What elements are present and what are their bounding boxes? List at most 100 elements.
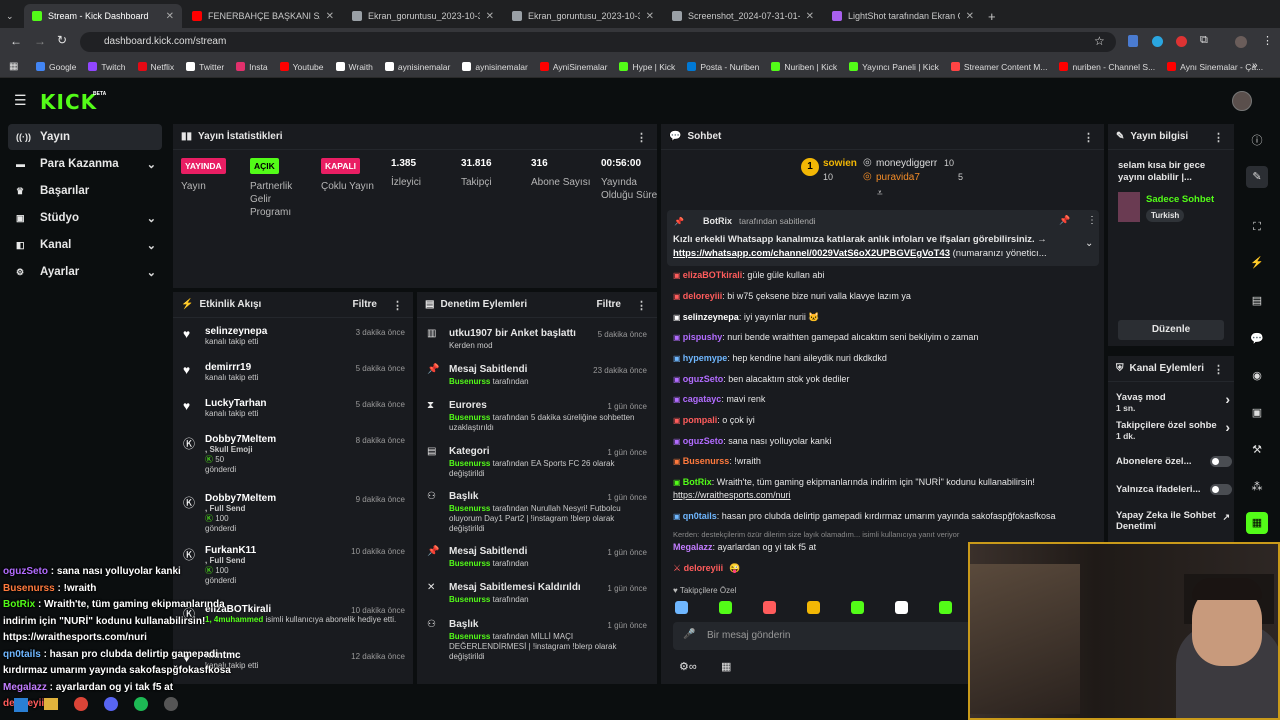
chat-username[interactable]: elizaBOTkirali — [683, 270, 743, 280]
bookmark-item[interactable]: Hype | Kick — [619, 62, 675, 72]
rank-3-name[interactable]: puravida7 — [876, 172, 920, 183]
tab-list-icon[interactable]: ⌄ — [2, 4, 22, 28]
extension-shield-icon[interactable] — [1128, 35, 1138, 47]
last-user[interactable]: deloreyiii — [684, 563, 724, 573]
chat-username[interactable]: qn0tails — [683, 511, 717, 521]
bolt-icon[interactable]: ⚡ — [1246, 252, 1268, 274]
chat-username[interactable]: hypemype — [683, 353, 728, 363]
chevron-down-icon[interactable]: ⌄ — [147, 158, 156, 171]
channel-action-item[interactable]: Abonelere özel... — [1116, 456, 1232, 467]
chevron-down-icon[interactable]: ⌄ — [147, 212, 156, 225]
emote-icon[interactable] — [895, 601, 908, 614]
reply-user[interactable]: Megalazz — [673, 542, 713, 552]
browser-tab[interactable]: Ekran_goruntusu_2023-10-31_ ✕ — [344, 4, 502, 28]
tab-close-icon[interactable]: ✕ — [646, 11, 654, 22]
pinned-link[interactable]: https://whatsapp.com/channel/0029VatS6oX… — [673, 248, 950, 259]
browser-tab[interactable]: Ekran_goruntusu_2023-10-31_ ✕ — [504, 4, 662, 28]
bookmark-item[interactable]: aynisinemalar — [462, 62, 528, 72]
chat-username[interactable]: BotRix — [683, 477, 712, 487]
channel-action-item[interactable]: Takipçilere özel sohbe 1 dk. › — [1116, 420, 1230, 442]
toggle-switch[interactable] — [1210, 484, 1232, 495]
rank-1-name[interactable]: sowien — [823, 158, 857, 169]
tab-close-icon[interactable]: ✕ — [166, 11, 174, 22]
gift-icon[interactable]: ▦ — [721, 660, 731, 673]
moderation-filter-button[interactable]: Filtre — [597, 299, 621, 310]
new-tab-button[interactable]: + — [984, 4, 1004, 28]
category-name[interactable]: Sadece Sohbet — [1146, 194, 1214, 205]
chat-menu-icon[interactable]: ⋮ — [1083, 131, 1094, 144]
moderation-menu-icon[interactable]: ⋮ — [636, 299, 647, 312]
bookmark-star-icon[interactable]: ☆ — [1094, 34, 1105, 48]
bookmark-item[interactable]: Twitch — [88, 62, 126, 72]
apps-icon[interactable]: ⁂ — [1246, 476, 1268, 498]
channel-action-item[interactable]: Yavaş mod 1 sn. › — [1116, 392, 1230, 414]
chevron-down-icon[interactable]: ⌄ — [147, 239, 156, 252]
bookmark-item[interactable]: Aynı Sinemalar - Ça... — [1167, 62, 1263, 72]
chat-username[interactable]: cagatayc — [683, 394, 722, 404]
bookmark-item[interactable]: aynisinemalar — [384, 62, 450, 72]
sidebar-item[interactable]: ▬ Para Kazanma ⌄ — [8, 151, 162, 177]
browser-tab[interactable]: Screenshot_2024-07-31-01-34 ✕ — [664, 4, 822, 28]
rank-2-name[interactable]: moneydiggerr — [876, 158, 937, 169]
bookmark-item[interactable]: Nuriben | Kick — [771, 62, 837, 72]
bookmark-item[interactable]: AyniSinemalar — [539, 62, 607, 72]
obs-icon[interactable] — [164, 697, 178, 711]
sidebar-item[interactable]: ((·)) Yayın — [8, 124, 162, 150]
moderator-user[interactable]: Busenurss — [449, 459, 490, 468]
tab-close-icon[interactable]: ✕ — [806, 11, 814, 22]
chat-username[interactable]: deloreyiii — [683, 291, 723, 301]
list-icon[interactable]: ▤ — [1246, 290, 1268, 312]
edit-icon[interactable]: ✎ — [1246, 166, 1268, 188]
sidebar-item[interactable]: ⚙ Ayarlar ⌄ — [8, 259, 162, 285]
chat-username[interactable]: oguzSeto — [683, 436, 724, 446]
chat-username[interactable]: pispushy — [683, 332, 723, 342]
file-explorer-icon[interactable] — [44, 698, 58, 710]
chat-username[interactable]: Busenurss — [683, 456, 730, 466]
toggle-switch[interactable] — [1210, 456, 1232, 467]
bookmark-item[interactable]: Google — [36, 62, 76, 72]
extensions-puzzle-icon[interactable]: ⧉ — [1200, 34, 1208, 47]
extension-globe-icon[interactable] — [1152, 36, 1163, 47]
browser-tab[interactable]: Stream - Kick Dashboard ✕ — [24, 4, 182, 28]
bookmark-item[interactable]: Posta - Nuriben — [687, 62, 759, 72]
bookmark-item[interactable]: Youtube — [279, 62, 324, 72]
channel-action-item[interactable]: Yapay Zeka ile Sohbet Denetimi ↗ — [1116, 510, 1230, 532]
stream-info-menu-icon[interactable]: ⋮ — [1213, 131, 1224, 144]
collapse-leaderboard-icon[interactable]: ⩡ — [877, 188, 883, 199]
emote-icon[interactable] — [851, 601, 864, 614]
chevron-down-icon[interactable]: ⌄ — [147, 266, 156, 279]
hamburger-menu-icon[interactable]: ☰ — [14, 92, 27, 109]
moderator-user[interactable]: Busenurss — [449, 377, 490, 386]
url-field[interactable]: dashboard.kick.com/stream — [80, 32, 1116, 52]
windows-start-icon[interactable] — [14, 698, 28, 712]
discord-icon[interactable] — [104, 697, 118, 711]
forward-icon[interactable]: → — [34, 34, 46, 48]
stats-menu-icon[interactable]: ⋮ — [636, 131, 647, 144]
bookmark-item[interactable]: Streamer Content M... — [950, 62, 1047, 72]
broadcast-rail-icon[interactable]: ◉ — [1246, 365, 1268, 387]
bookmark-item[interactable]: nuriben - Channel S... — [1059, 62, 1155, 72]
wrench-icon[interactable]: ⚒ — [1246, 439, 1268, 461]
bookmark-item[interactable]: Twitter — [186, 62, 224, 72]
chat-username[interactable]: selinzeynepa — [683, 312, 739, 322]
chevron-right-icon[interactable]: › — [1225, 392, 1230, 406]
chrome-icon[interactable] — [74, 697, 88, 711]
layout-icon[interactable]: ▣ — [1246, 402, 1268, 424]
chat-username[interactable]: pompali — [683, 415, 718, 425]
moderator-user[interactable]: Busenurss — [449, 504, 490, 513]
spotify-icon[interactable] — [134, 697, 148, 711]
browser-menu-icon[interactable]: ⋮ — [1262, 34, 1273, 47]
kick-logo[interactable]: KICK — [40, 90, 97, 114]
pinned-menu-icon[interactable]: ⋮ — [1087, 215, 1097, 226]
user-avatar[interactable] — [1232, 91, 1252, 111]
external-link-icon[interactable]: ↗ — [1222, 512, 1230, 523]
sidebar-item[interactable]: ◧ Kanal ⌄ — [8, 232, 162, 258]
activity-menu-icon[interactable]: ⋮ — [392, 299, 403, 312]
moderator-user[interactable]: Busenurss — [449, 632, 490, 641]
chat-icon[interactable]: 💬 — [1246, 328, 1268, 350]
channel-actions-menu-icon[interactable]: ⋮ — [1213, 363, 1224, 376]
activity-filter-button[interactable]: Filtre — [353, 299, 377, 310]
emote-icon[interactable] — [719, 601, 732, 614]
tab-close-icon[interactable]: ✕ — [486, 11, 494, 22]
tab-close-icon[interactable]: ✕ — [326, 11, 334, 22]
